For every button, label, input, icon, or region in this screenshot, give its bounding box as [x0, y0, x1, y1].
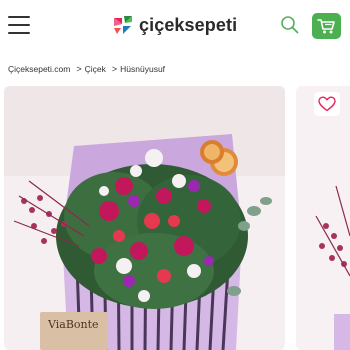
logo-text: çiçeksepeti [139, 14, 238, 35]
next-product-photo [296, 86, 350, 350]
logo-mark-icon [114, 16, 132, 34]
cart-button[interactable] [312, 13, 341, 39]
breadcrumb-item-home[interactable]: Çiçeksepeti.com [8, 64, 70, 74]
hamburger-menu-icon[interactable] [8, 16, 30, 34]
breadcrumb-separator: > [111, 64, 118, 74]
breadcrumb-separator: > [76, 64, 82, 74]
heart-icon [318, 96, 336, 112]
product-image-next[interactable] [296, 86, 350, 350]
brand-tag: ViaBonte [40, 312, 108, 350]
breadcrumb-item-husnuyusuf[interactable]: Hüsnüyusuf [120, 64, 165, 74]
breadcrumb: Çiçeksepeti.com > Çiçek > Hüsnüyusuf [8, 62, 165, 76]
product-image-main[interactable]: ViaBonte [4, 86, 285, 350]
top-header: çiçeksepeti [0, 0, 350, 50]
cart-icon [317, 18, 335, 33]
breadcrumb-item-cicek[interactable]: Çiçek [85, 64, 106, 74]
favorite-button[interactable] [314, 92, 340, 116]
site-logo[interactable]: çiçeksepeti [112, 12, 237, 38]
search-icon[interactable] [280, 15, 300, 35]
brand-tag-text: ViaBonte [48, 318, 99, 331]
flower-box-photo [4, 86, 285, 350]
